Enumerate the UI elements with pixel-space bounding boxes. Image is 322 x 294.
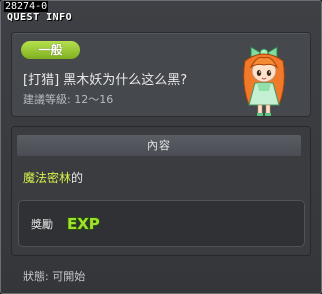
quest-status: 狀態: 可開始 xyxy=(23,268,85,284)
quest-content-text: 魔法密林的 xyxy=(23,169,83,186)
quest-info-window: 28274-0 QUEST INFO 一般 [打猎] 黑木妖为什么这么黑? 建議… xyxy=(0,0,322,294)
quest-name: [打猎] 黑木妖为什么这么黑? xyxy=(23,73,188,88)
reward-label: 獎勵 xyxy=(31,218,53,231)
level-label: 建議等級 xyxy=(23,93,67,106)
npc-portrait-icon xyxy=(243,46,285,116)
exp-icon: EXP xyxy=(66,214,100,232)
content-suffix: 的 xyxy=(71,171,84,185)
location-link: 魔法密林 xyxy=(23,171,72,185)
content-section-title: 內容 xyxy=(17,135,301,156)
category-badge: 一般 xyxy=(21,41,80,59)
quest-id: 28274-0 xyxy=(4,1,49,12)
level-range: 12～16 xyxy=(74,93,114,106)
status-value: 可開始 xyxy=(52,270,86,283)
exp-icon-text: EXP xyxy=(67,215,100,232)
window-title: QUEST INFO xyxy=(7,12,73,23)
reward-box xyxy=(18,200,305,247)
status-label: 狀態 xyxy=(23,270,45,283)
recommended-level: 建議等級: 12～16 xyxy=(23,91,113,107)
